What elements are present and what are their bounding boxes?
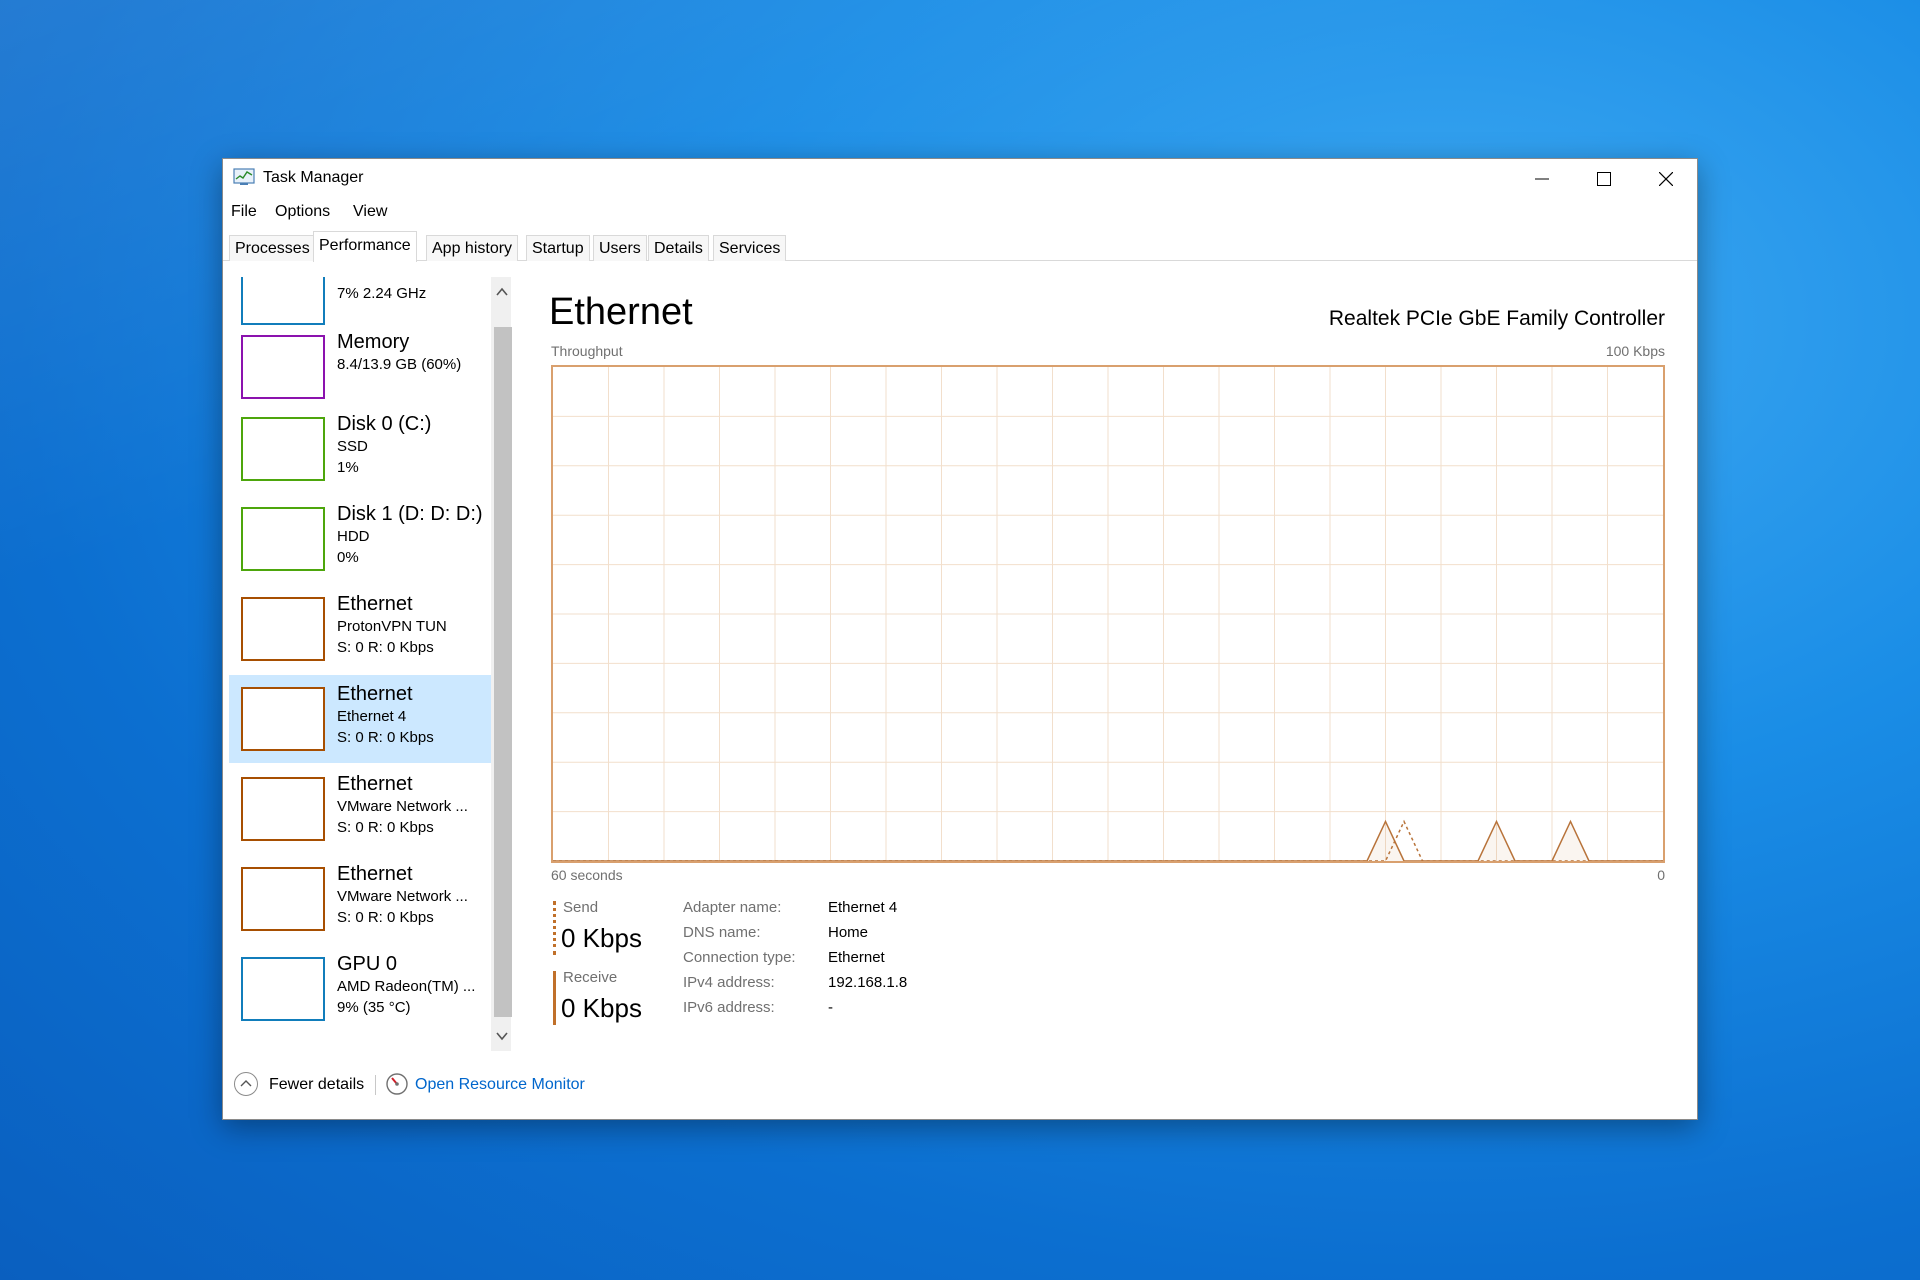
minimize-icon (1535, 172, 1549, 186)
throughput-graph (551, 365, 1665, 863)
graph-max-label: 100 Kbps (1606, 343, 1665, 359)
ipv4-value: 192.168.1.8 (828, 974, 907, 991)
sidebar-item-stat: S: 0 R: 0 Kbps (337, 729, 434, 746)
receive-legend-line (553, 971, 556, 1025)
sidebar-item-title: Memory (337, 331, 409, 354)
tab-details[interactable]: Details (648, 235, 709, 261)
adapter-model: Realtek PCIe GbE Family Controller (1329, 307, 1665, 331)
tab-app-history[interactable]: App history (426, 235, 518, 261)
fewer-details-button[interactable]: Fewer details (269, 1076, 364, 1094)
menu-bar: File Options View (223, 201, 1697, 225)
sidebar-mini-graph (241, 277, 325, 325)
menu-file[interactable]: File (231, 203, 257, 221)
sidebar-item-title: Disk 1 (D: D: D:) (337, 503, 483, 526)
open-resource-monitor-link[interactable]: Open Resource Monitor (415, 1076, 585, 1094)
tab-processes[interactable]: Processes (229, 235, 316, 261)
performance-sidebar: 7% 2.24 GHz Memory 8.4/13.9 GB (60%) Disk 0… (223, 277, 515, 1051)
sidebar-item-detail: VMware Network ... (337, 888, 468, 905)
sidebar-item[interactable]: Disk 1 (D: D: D:) HDD 0% (229, 495, 495, 583)
ipv6-label: IPv6 address: (683, 999, 775, 1016)
sidebar-item-title: Ethernet (337, 863, 413, 886)
sidebar-item-title: Ethernet (337, 683, 413, 706)
ipv4-label: IPv4 address: (683, 974, 775, 991)
sidebar-item-stat: 1% (337, 459, 359, 476)
close-icon (1659, 172, 1673, 186)
sidebar-scroll-thumb[interactable] (494, 327, 512, 1017)
tab-startup[interactable]: Startup (526, 235, 590, 261)
sidebar-item-title: GPU 0 (337, 953, 397, 976)
sidebar-item[interactable]: Ethernet VMware Network ... S: 0 R: 0 Kbps (229, 765, 495, 853)
sidebar-mini-graph (241, 867, 325, 931)
connection-type-value: Ethernet (828, 949, 885, 966)
send-legend-line (553, 901, 556, 955)
tab-bar: Processes Performance App history Startu… (223, 231, 1697, 261)
sidebar-item[interactable]: Ethernet Ethernet 4 S: 0 R: 0 Kbps (229, 675, 495, 763)
sidebar-item-stat: S: 0 R: 0 Kbps (337, 909, 434, 926)
sidebar-mini-graph (241, 335, 325, 399)
sidebar-item-detail: 7% 2.24 GHz (337, 285, 426, 302)
receive-label: Receive (563, 969, 617, 986)
receive-value: 0 Kbps (561, 993, 642, 1024)
sidebar-item-detail: Ethernet 4 (337, 708, 406, 725)
sidebar-item-stat: 0% (337, 549, 359, 566)
sidebar-item[interactable]: Disk 0 (C:) SSD 1% (229, 405, 495, 493)
minimize-button[interactable] (1511, 159, 1573, 199)
sidebar-item-title: Ethernet (337, 773, 413, 796)
sidebar-item-stat: S: 0 R: 0 Kbps (337, 639, 434, 656)
footer-bar: Fewer details Open Resource Monitor (223, 1067, 1697, 1107)
sidebar-item-title: Ethernet (337, 593, 413, 616)
sidebar-item[interactable]: GPU 0 AMD Radeon(TM) ... 9% (35 °C) (229, 945, 495, 1033)
sidebar-item[interactable]: Ethernet ProtonVPN TUN S: 0 R: 0 Kbps (229, 585, 495, 673)
maximize-button[interactable] (1573, 159, 1635, 199)
ipv6-value: - (828, 999, 833, 1016)
send-value: 0 Kbps (561, 923, 642, 954)
chevron-up-circle-icon[interactable] (233, 1071, 259, 1097)
sidebar-item-title: Disk 0 (C:) (337, 413, 431, 436)
connection-type-label: Connection type: (683, 949, 796, 966)
sidebar-item-detail: 8.4/13.9 GB (60%) (337, 356, 461, 373)
maximize-icon (1597, 172, 1611, 186)
sidebar-item[interactable]: Memory 8.4/13.9 GB (60%) (229, 323, 495, 411)
send-label: Send (563, 899, 598, 916)
graph-zero-label: 0 (1657, 867, 1665, 883)
dns-name-label: DNS name: (683, 924, 761, 941)
sidebar-mini-graph (241, 957, 325, 1021)
window-title: Task Manager (263, 169, 364, 187)
task-manager-icon (233, 168, 255, 186)
adapter-name-value: Ethernet 4 (828, 899, 897, 916)
tab-users[interactable]: Users (593, 235, 647, 261)
title-bar[interactable]: Task Manager (223, 159, 1697, 199)
graph-time-label: 60 seconds (551, 867, 623, 883)
scroll-up-icon[interactable] (495, 285, 509, 299)
close-button[interactable] (1635, 159, 1697, 199)
graph-label: Throughput (551, 343, 623, 359)
sidebar-mini-graph (241, 777, 325, 841)
sidebar-mini-graph (241, 417, 325, 481)
sidebar-item-detail: SSD (337, 438, 368, 455)
sidebar-mini-graph (241, 597, 325, 661)
sidebar-item-detail: AMD Radeon(TM) ... (337, 978, 475, 995)
sidebar-item-detail: ProtonVPN TUN (337, 618, 447, 635)
footer-divider (375, 1075, 376, 1095)
sidebar-mini-graph (241, 507, 325, 571)
scroll-down-icon[interactable] (495, 1029, 509, 1043)
sidebar-mini-graph (241, 687, 325, 751)
adapter-name-label: Adapter name: (683, 899, 781, 916)
sidebar-item[interactable]: Ethernet VMware Network ... S: 0 R: 0 Kbps (229, 855, 495, 943)
menu-view[interactable]: View (353, 203, 387, 221)
sidebar-item-stat: S: 0 R: 0 Kbps (337, 819, 434, 836)
menu-options[interactable]: Options (275, 203, 330, 221)
page-title: Ethernet (549, 291, 693, 334)
tab-performance[interactable]: Performance (313, 231, 417, 262)
sidebar-item-detail: VMware Network ... (337, 798, 468, 815)
dns-name-value: Home (828, 924, 868, 941)
resource-monitor-icon (385, 1072, 409, 1096)
task-manager-window: Task Manager File Options View Processes… (222, 158, 1698, 1120)
tab-services[interactable]: Services (713, 235, 786, 261)
sidebar-item-stat: 9% (35 °C) (337, 999, 411, 1016)
sidebar-item-detail: HDD (337, 528, 370, 545)
